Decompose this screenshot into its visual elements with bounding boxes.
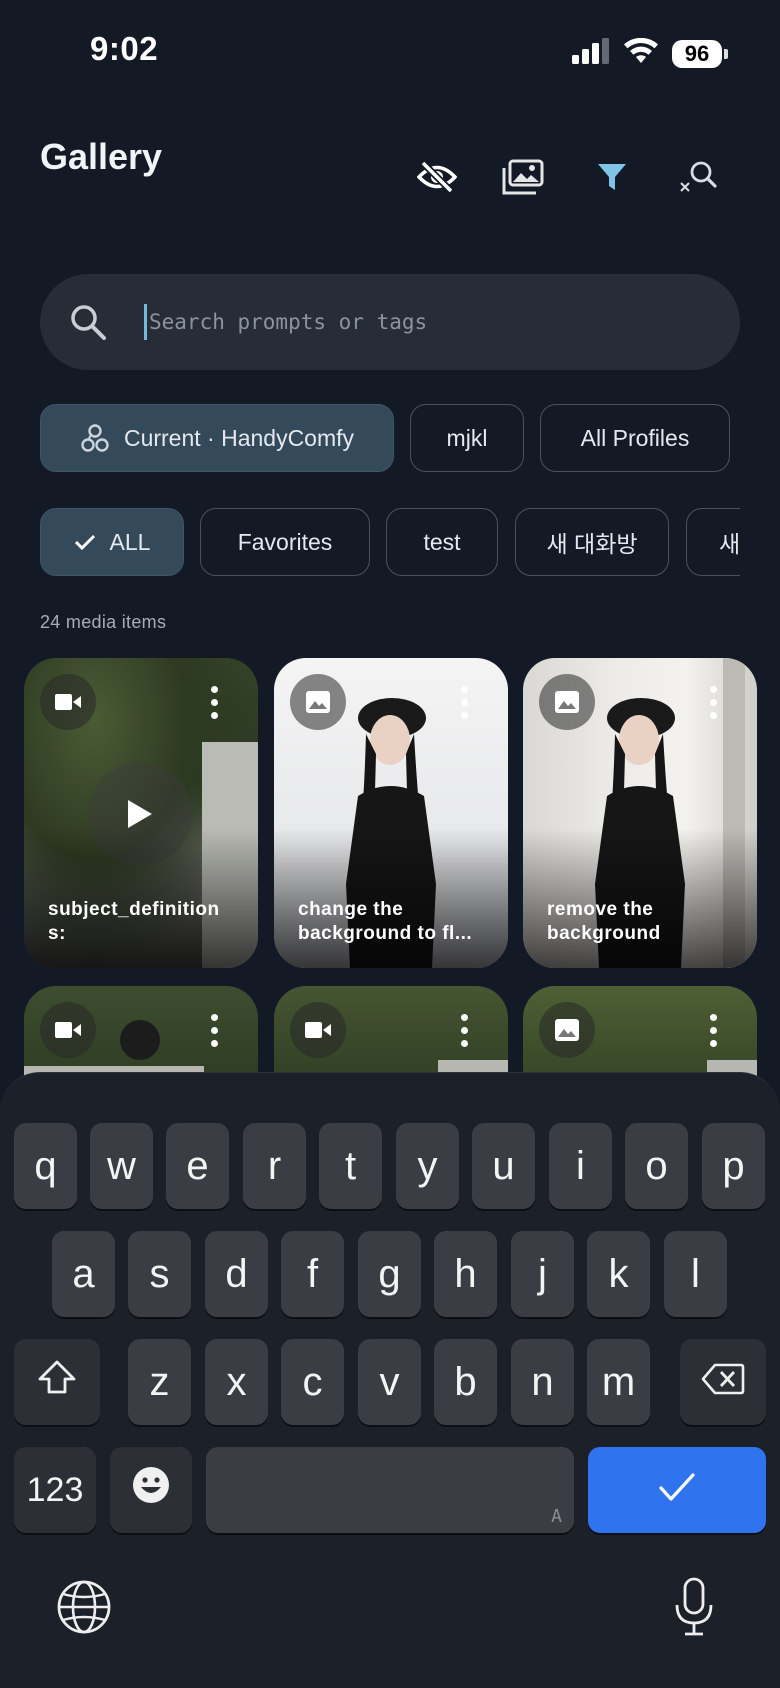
media-card[interactable]: subject_definition s: <box>24 658 258 968</box>
chip-album-new-chat[interactable]: 새 대화방 <box>515 508 669 576</box>
chip-album-test[interactable]: test <box>386 508 498 576</box>
done-key[interactable] <box>588 1447 766 1533</box>
key-b[interactable]: b <box>434 1339 497 1425</box>
search-bar[interactable] <box>40 274 740 370</box>
key-c[interactable]: c <box>281 1339 344 1425</box>
image-badge <box>539 674 595 730</box>
more-options-icon[interactable] <box>710 686 717 719</box>
key-q[interactable]: q <box>14 1123 77 1209</box>
chip-album-all[interactable]: ALL <box>40 508 184 576</box>
keyboard: q w e r t y u i o p a s d f g h j k l z … <box>0 1072 780 1688</box>
text-cursor <box>144 304 147 340</box>
chip-label: Favorites <box>237 528 333 555</box>
shift-key[interactable] <box>14 1339 100 1425</box>
emoji-key[interactable] <box>110 1447 192 1533</box>
key-r[interactable]: r <box>243 1123 306 1209</box>
media-caption: subject_definition s: <box>48 899 220 944</box>
chip-album-favorites[interactable]: Favorites <box>200 508 370 576</box>
wifi-icon <box>624 37 658 69</box>
chip-label: 새 대화방 <box>546 531 638 557</box>
image-badge <box>539 1002 595 1058</box>
space-key-hint: A <box>551 1506 562 1527</box>
key-u[interactable]: u <box>472 1123 535 1209</box>
status-time: 9:02 <box>90 30 159 67</box>
profile-switch-icon <box>80 423 110 453</box>
chip-album-new-chat-2[interactable]: 새 <box>686 508 740 576</box>
key-s[interactable]: s <box>128 1231 191 1317</box>
key-d[interactable]: d <box>205 1231 268 1317</box>
video-badge <box>40 674 96 730</box>
key-y[interactable]: y <box>396 1123 459 1209</box>
media-caption: remove the background <box>547 899 661 944</box>
key-m[interactable]: m <box>587 1339 650 1425</box>
more-options-icon[interactable] <box>211 686 218 719</box>
images-icon[interactable] <box>500 154 546 200</box>
key-w[interactable]: w <box>90 1123 153 1209</box>
checkmark-icon <box>658 1468 696 1513</box>
signal-icon <box>572 38 610 69</box>
more-options-icon[interactable] <box>461 686 468 719</box>
media-card[interactable]: change the background to fl... <box>274 658 508 968</box>
search-icon <box>68 302 108 342</box>
key-j[interactable]: j <box>511 1231 574 1317</box>
key-g[interactable]: g <box>358 1231 421 1317</box>
backspace-key[interactable] <box>680 1339 766 1425</box>
status-indicators: 96 <box>572 37 728 69</box>
media-count: 24 media items <box>40 612 167 632</box>
image-badge <box>290 674 346 730</box>
key-z[interactable]: z <box>128 1339 191 1425</box>
page-title: Gallery <box>40 136 163 177</box>
key-e[interactable]: e <box>166 1123 229 1209</box>
key-a[interactable]: a <box>52 1231 115 1317</box>
search-input[interactable] <box>149 310 709 334</box>
chip-label: Current · HandyComfy <box>123 424 355 451</box>
media-card[interactable]: remove the background <box>523 658 757 968</box>
media-caption: change the background to fl... <box>298 899 473 944</box>
chip-label: mjkl <box>446 424 488 451</box>
chip-profile-current[interactable]: Current · HandyComfy <box>40 404 394 472</box>
chip-label: test <box>423 528 461 555</box>
person-head <box>120 1020 160 1060</box>
eye-off-icon[interactable] <box>414 154 460 200</box>
numbers-key[interactable]: 123 <box>14 1447 96 1533</box>
key-f[interactable]: f <box>281 1231 344 1317</box>
emoji-icon <box>131 1465 171 1515</box>
more-options-icon[interactable] <box>211 1014 218 1047</box>
key-v[interactable]: v <box>358 1339 421 1425</box>
chip-label: All Profiles <box>580 424 690 451</box>
backspace-icon <box>701 1360 745 1405</box>
globe-icon[interactable] <box>56 1579 112 1640</box>
album-chip-row[interactable]: ALL Favorites test 새 대화방 새 <box>40 508 740 576</box>
key-l[interactable]: l <box>664 1231 727 1317</box>
key-k[interactable]: k <box>587 1231 650 1317</box>
more-options-icon[interactable] <box>710 1014 717 1047</box>
filter-icon[interactable] <box>589 154 635 200</box>
key-t[interactable]: t <box>319 1123 382 1209</box>
shift-icon <box>37 1359 77 1405</box>
more-options-icon[interactable] <box>461 1014 468 1047</box>
space-key[interactable]: A <box>206 1447 574 1533</box>
chip-all-profiles[interactable]: All Profiles <box>540 404 730 472</box>
key-i[interactable]: i <box>549 1123 612 1209</box>
chip-label: ALL <box>109 528 151 555</box>
video-badge <box>40 1002 96 1058</box>
check-icon <box>74 533 96 551</box>
battery-tip <box>724 48 728 59</box>
key-p[interactable]: p <box>702 1123 765 1209</box>
key-o[interactable]: o <box>625 1123 688 1209</box>
microphone-icon[interactable] <box>674 1577 714 1642</box>
video-badge <box>290 1002 346 1058</box>
key-n[interactable]: n <box>511 1339 574 1425</box>
chip-label: 새 <box>719 531 740 557</box>
chip-profile-mjkl[interactable]: mjkl <box>410 404 524 472</box>
search-clear-icon[interactable] <box>675 154 721 200</box>
battery-indicator: 96 <box>672 39 722 68</box>
key-x[interactable]: x <box>205 1339 268 1425</box>
key-h[interactable]: h <box>434 1231 497 1317</box>
